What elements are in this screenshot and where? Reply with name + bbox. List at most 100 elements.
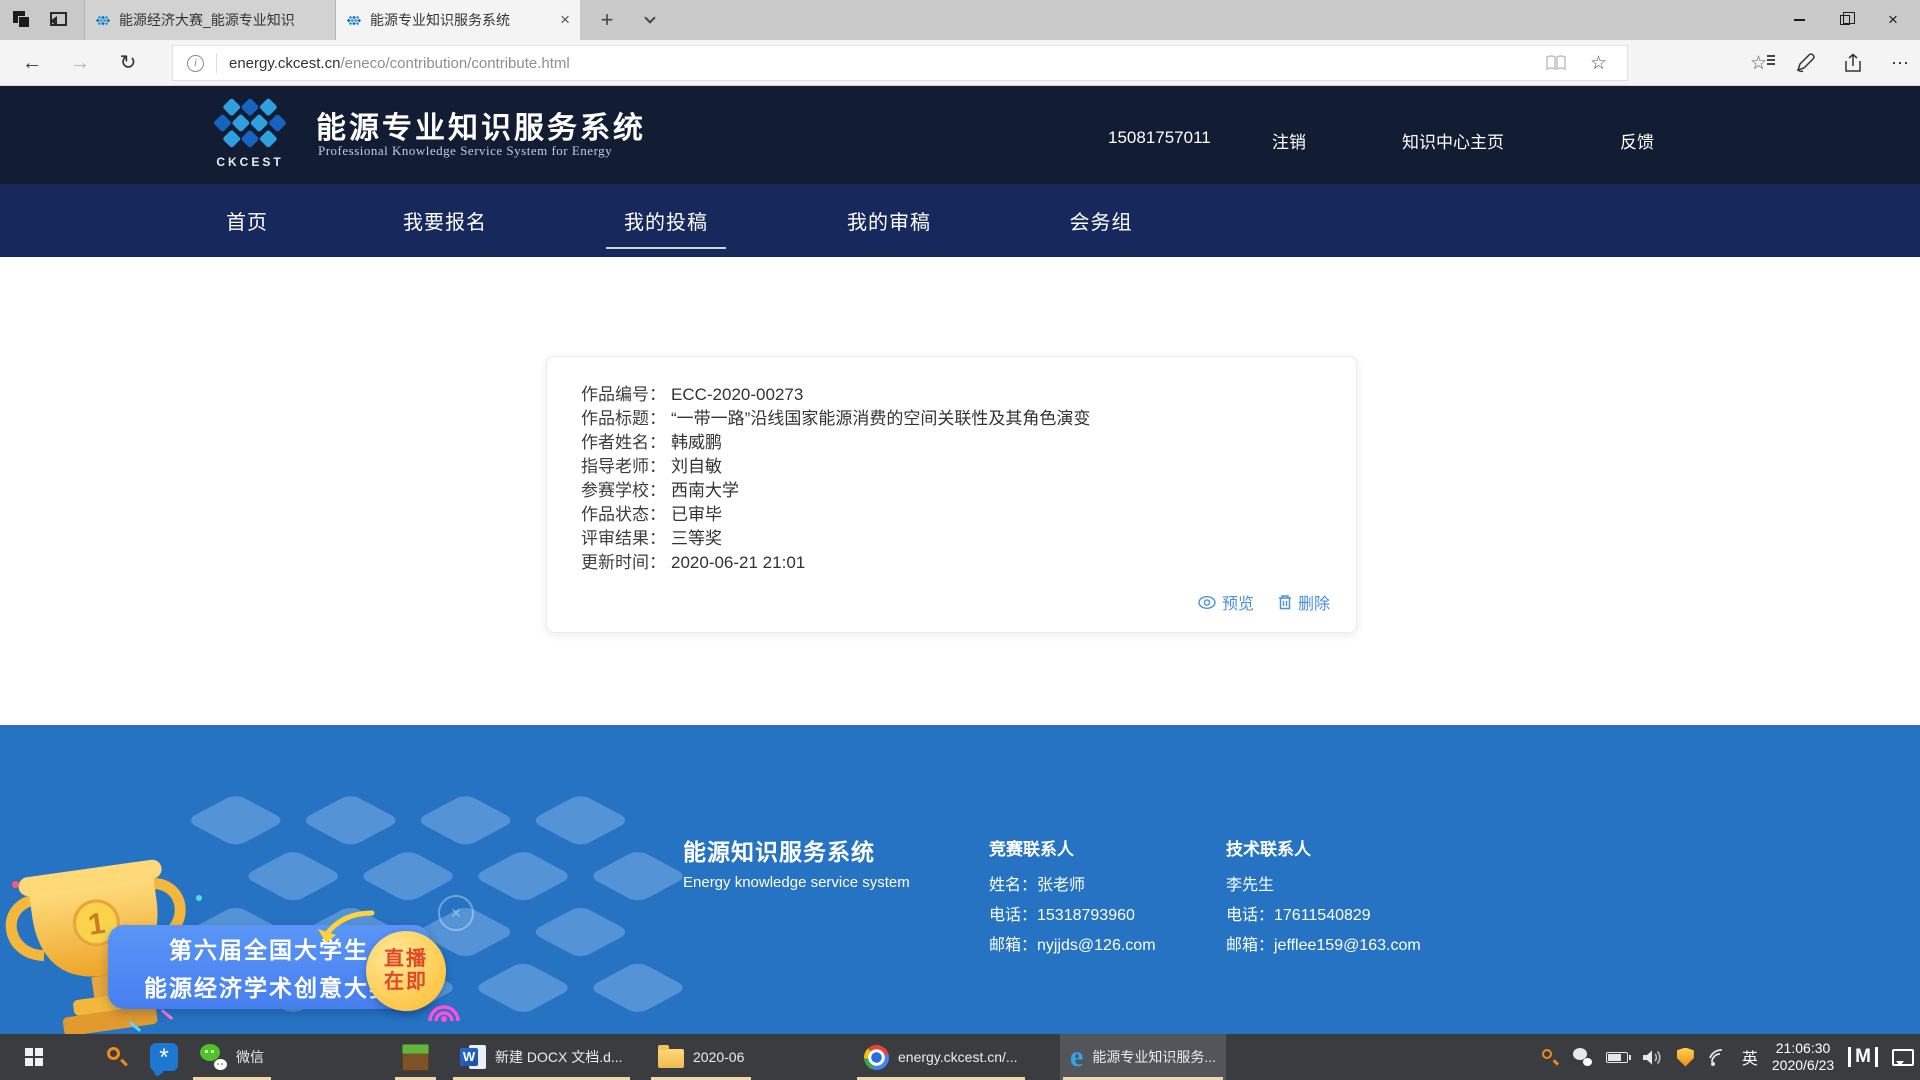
- field-author: 作者姓名：韩威鹏: [581, 431, 1090, 455]
- page-content: 作品编号：ECC-2020-00273 作品标题：“一带一路”沿线国家能源消费的…: [0, 257, 1920, 725]
- taskbar-chrome[interactable]: energy.ckcest.cn/...: [854, 1034, 1028, 1080]
- taskbar-word-document[interactable]: W 新建 DOCX 文档.d...: [450, 1034, 633, 1080]
- url-text[interactable]: energy.ckcest.cn/eneco/contribution/cont…: [229, 55, 570, 72]
- delete-button[interactable]: 删除: [1278, 590, 1330, 614]
- taskbar-folder-label: 2020-06: [693, 1049, 744, 1065]
- tab-title: 能源经济大赛_能源专业知识: [119, 10, 295, 30]
- battery-icon[interactable]: [1606, 1052, 1628, 1063]
- tray-wechat-icon[interactable]: [1573, 1048, 1592, 1066]
- forward-button[interactable]: →: [64, 48, 96, 78]
- url-path: /eneco/contribution/contribute.html: [340, 55, 569, 72]
- taskbar-asterisk-app[interactable]: *: [140, 1034, 188, 1080]
- contest-contact-column: 竞赛联系人 姓名：张老师 电话：15318793960 邮箱：nyjjds@12…: [989, 835, 1156, 961]
- taskbar-word-label: 新建 DOCX 文档.d...: [495, 1047, 623, 1067]
- edge-icon: e: [1070, 1044, 1083, 1070]
- favorites-hub-icon[interactable]: ☆: [1750, 52, 1767, 75]
- taskbar-search-button[interactable]: [96, 1034, 138, 1080]
- site-header: CKCEST 能源专业知识服务系统 Professional Knowledge…: [0, 86, 1920, 184]
- new-tab-button[interactable]: +: [592, 6, 622, 34]
- tech-contact-column: 技术联系人 李先生 电话：17611540829 邮箱：jefflee159@1…: [1226, 835, 1421, 961]
- nav-item-home[interactable]: 首页: [226, 184, 268, 257]
- tab-close-icon[interactable]: ×: [550, 10, 570, 30]
- logout-link[interactable]: 注销: [1272, 128, 1306, 153]
- main-navigation: 首页 我要报名 我的投稿 我的审稿 会务组: [0, 184, 1920, 257]
- spiral-decoration: [424, 993, 464, 1027]
- settings-more-icon[interactable]: ⋯: [1891, 53, 1910, 74]
- arrow-icon: [314, 909, 378, 949]
- window-minimize-button[interactable]: [1776, 0, 1822, 40]
- url-domain: energy.ckcest.cn: [229, 55, 340, 72]
- tray-search-icon[interactable]: [1542, 1049, 1559, 1066]
- security-shield-icon[interactable]: [1677, 1048, 1694, 1067]
- browser-titlebar: 能源经济大赛_能源专业知识 能源专业知识服务系统 × + ×: [0, 0, 1920, 40]
- tabs-set-aside-icon[interactable]: [10, 8, 34, 32]
- windows-logo-icon: [25, 1048, 43, 1066]
- submission-fields: 作品编号：ECC-2020-00273 作品标题：“一带一路”沿线国家能源消费的…: [581, 383, 1090, 575]
- field-result: 评审结果：三等奖: [581, 527, 1090, 551]
- preview-label: 预览: [1222, 590, 1254, 614]
- nav-item-committee[interactable]: 会务组: [1070, 184, 1133, 257]
- window-close-button[interactable]: ×: [1868, 0, 1918, 40]
- window-restore-button[interactable]: [1822, 0, 1868, 40]
- nav-item-signup[interactable]: 我要报名: [403, 184, 487, 257]
- confetti-dot: [196, 895, 202, 901]
- trash-icon: [1278, 594, 1292, 610]
- divider: [216, 53, 217, 73]
- refresh-button[interactable]: ↻: [112, 48, 144, 78]
- start-button[interactable]: [12, 1034, 56, 1080]
- submission-card: 作品编号：ECC-2020-00273 作品标题：“一带一路”沿线国家能源消费的…: [546, 356, 1357, 633]
- feedback-link[interactable]: 反馈: [1620, 128, 1654, 153]
- taskbar-edge-active[interactable]: e 能源专业知识服务...: [1060, 1034, 1226, 1080]
- search-icon: [106, 1046, 128, 1068]
- confetti-dot: [12, 881, 19, 888]
- contest-contact-phone: 电话：15318793960: [989, 901, 1156, 931]
- tab-list-chevron-icon[interactable]: [644, 12, 655, 23]
- logo-text: CKCEST: [200, 155, 300, 169]
- nav-item-my-submissions[interactable]: 我的投稿: [624, 184, 708, 257]
- wechat-icon: [200, 1044, 227, 1070]
- word-icon: W: [460, 1044, 486, 1070]
- knowledge-center-home-link[interactable]: 知识中心主页: [1402, 128, 1504, 153]
- taskbar-clock[interactable]: 21:06:30 2020/6/23: [1772, 1040, 1834, 1074]
- browser-toolbar: ← → ↻ i energy.ckcest.cn/eneco/contribut…: [0, 40, 1920, 86]
- restore-tabs-icon[interactable]: [48, 8, 72, 32]
- taskbar-folder[interactable]: 2020-06: [648, 1034, 754, 1080]
- banner-line-2: 能源经济学术创意大赛: [144, 969, 394, 1003]
- taskbar-edge-label: 能源专业知识服务...: [1092, 1047, 1216, 1067]
- contest-contact-title: 竞赛联系人: [989, 835, 1156, 860]
- taskbar-grass-block-app[interactable]: [392, 1034, 439, 1080]
- clock-time: 21:06:30: [1772, 1040, 1834, 1057]
- taskbar-chrome-label: energy.ckcest.cn/...: [898, 1049, 1018, 1065]
- field-updated: 更新时间：2020-06-21 21:01: [581, 551, 1090, 575]
- input-language-indicator[interactable]: 英: [1742, 1045, 1758, 1069]
- volume-icon[interactable]: [1642, 1049, 1663, 1066]
- site-info-icon[interactable]: i: [187, 55, 204, 72]
- badge-line-2: 在即: [384, 971, 428, 994]
- browser-tab-inactive[interactable]: 能源经济大赛_能源专业知识: [84, 0, 336, 40]
- clock-date: 2020/6/23: [1772, 1057, 1834, 1074]
- chrome-icon: [864, 1045, 889, 1070]
- share-icon[interactable]: [1843, 53, 1863, 73]
- grass-block-icon: [402, 1044, 429, 1071]
- decorative-circle-x: ×: [438, 895, 474, 931]
- annotate-pen-icon[interactable]: [1795, 53, 1815, 73]
- reading-view-icon[interactable]: [1546, 55, 1566, 71]
- action-center-icon[interactable]: [1892, 1049, 1914, 1066]
- contest-contact-name: 姓名：张老师: [989, 871, 1156, 901]
- field-school: 参赛学校：西南大学: [581, 479, 1090, 503]
- field-advisor: 指导老师：刘自敏: [581, 455, 1090, 479]
- contest-contact-email: 邮箱：nyjjds@126.com: [989, 931, 1156, 961]
- taskbar-wechat-label: 微信: [236, 1047, 264, 1067]
- network-signal-icon[interactable]: [1708, 1049, 1728, 1066]
- nav-item-my-reviews[interactable]: 我的审稿: [847, 184, 931, 257]
- address-bar[interactable]: i energy.ckcest.cn/eneco/contribution/co…: [172, 45, 1628, 81]
- preview-button[interactable]: 预览: [1198, 590, 1254, 614]
- site-logo[interactable]: CKCEST: [200, 98, 300, 169]
- folder-icon: [658, 1049, 684, 1068]
- site-favicon: [346, 14, 362, 27]
- add-favorite-star-icon[interactable]: ☆: [1590, 52, 1607, 75]
- browser-tab-active[interactable]: 能源专业知识服务系统 ×: [336, 0, 580, 40]
- m-app-tray-icon[interactable]: M: [1848, 1047, 1878, 1067]
- back-button[interactable]: ←: [16, 48, 48, 78]
- taskbar-wechat[interactable]: 微信: [190, 1034, 274, 1080]
